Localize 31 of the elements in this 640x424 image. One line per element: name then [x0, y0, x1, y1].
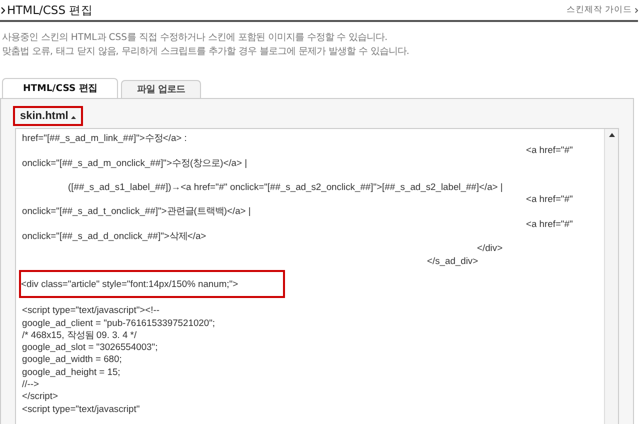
- code-line: <script type="text/javascript": [22, 402, 141, 415]
- code-line: </script>: [22, 390, 59, 403]
- code-line: <script type="text/javascript"><!--: [22, 304, 160, 317]
- code-line: onclick="[##_s_ad_m_onclick_##]">수정(창으로)</a> |: [22, 156, 248, 169]
- code-line: <a href="#": [525, 193, 574, 206]
- code-line: google_ad_height = 15;: [22, 366, 122, 378]
- description-text: 사용중인 스킨의 HTML과 CSS를 직접 수정하거나 스킨에 포함된 이미지를 수정할 수 있습니다.: [2, 31, 389, 45]
- scrollbar[interactable]: [604, 129, 618, 424]
- code-line: <a href="#": [525, 144, 574, 157]
- code-line: /* 468x15, 작성됨 09. 3. 4 */: [22, 328, 138, 342]
- code-line: </s_ad_div>: [426, 254, 480, 267]
- code-line: //-->: [22, 378, 40, 390]
- page-title: HTML/CSS 편집: [7, 2, 94, 18]
- caret-up-icon: [71, 116, 76, 119]
- code-line: </div>: [476, 242, 504, 255]
- code-line: href="[##_s_ad_m_link_##]">수정</a> :: [22, 132, 188, 144]
- code-line: google_ad_client = "pub-7616153397521020";: [22, 316, 216, 329]
- code-line: ([##_s_ad_s1_label_##])→<a href="#" onclick="[##_s_ad_s2_onclick_##]">[##_s_ad_s2_label_##]</a> |: [67, 180, 504, 194]
- code-line: onclick="[##_s_ad_t_onclick_##]">관련글(트랙백)</a> |: [22, 205, 252, 218]
- chevron-icon: [1, 6, 5, 14]
- code-line: <a href="#": [525, 218, 574, 230]
- file-selector[interactable]: skin.html: [13, 106, 84, 126]
- code-line: google_ad_slot = "3026554003";: [22, 341, 159, 354]
- tab[interactable]: 파일 업로드: [120, 80, 202, 98]
- scroll-up-icon[interactable]: [608, 133, 614, 137]
- code-line: google_ad_width = 680;: [22, 353, 123, 366]
- description-text: 맞춤법 오류, 태그 닫지 않음, 무리하게 스크립트를 추가할 경우 블로그에 문제가 발생할 수 있습니다.: [2, 45, 410, 59]
- guide-link[interactable]: 스킨제작 가이드: [566, 4, 632, 16]
- chevron-icon: [635, 8, 638, 12]
- code-line: onclick="[##_s_ad_d_onclick_##]">삭제</a>: [22, 230, 208, 242]
- tab[interactable]: HTML/CSS 편집: [2, 78, 118, 98]
